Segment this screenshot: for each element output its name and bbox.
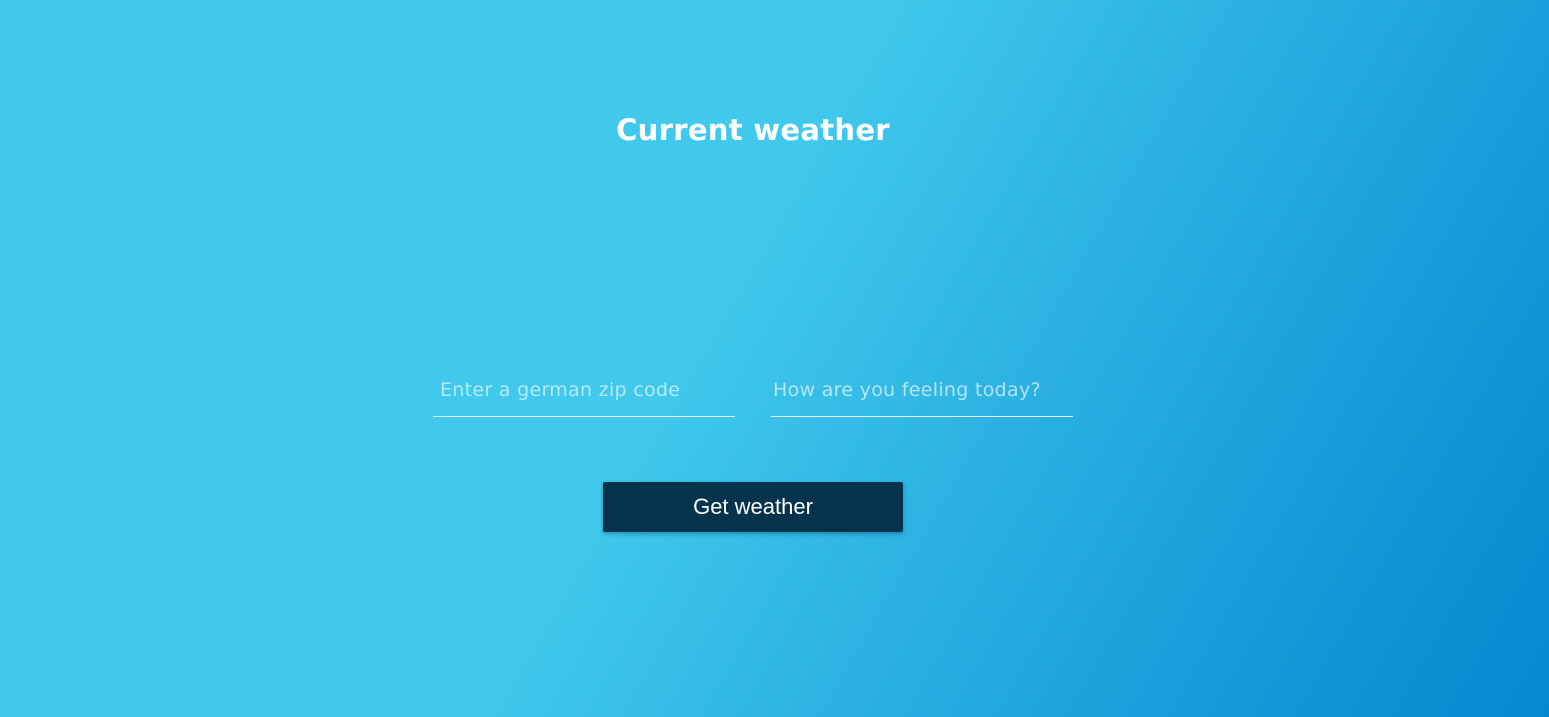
zip-code-input[interactable] (433, 366, 735, 416)
zip-code-field (433, 366, 735, 417)
feeling-input[interactable] (771, 366, 1073, 416)
page-title: Current weather (616, 113, 890, 147)
get-weather-button[interactable]: Get weather (603, 482, 903, 532)
feeling-field (771, 366, 1073, 417)
